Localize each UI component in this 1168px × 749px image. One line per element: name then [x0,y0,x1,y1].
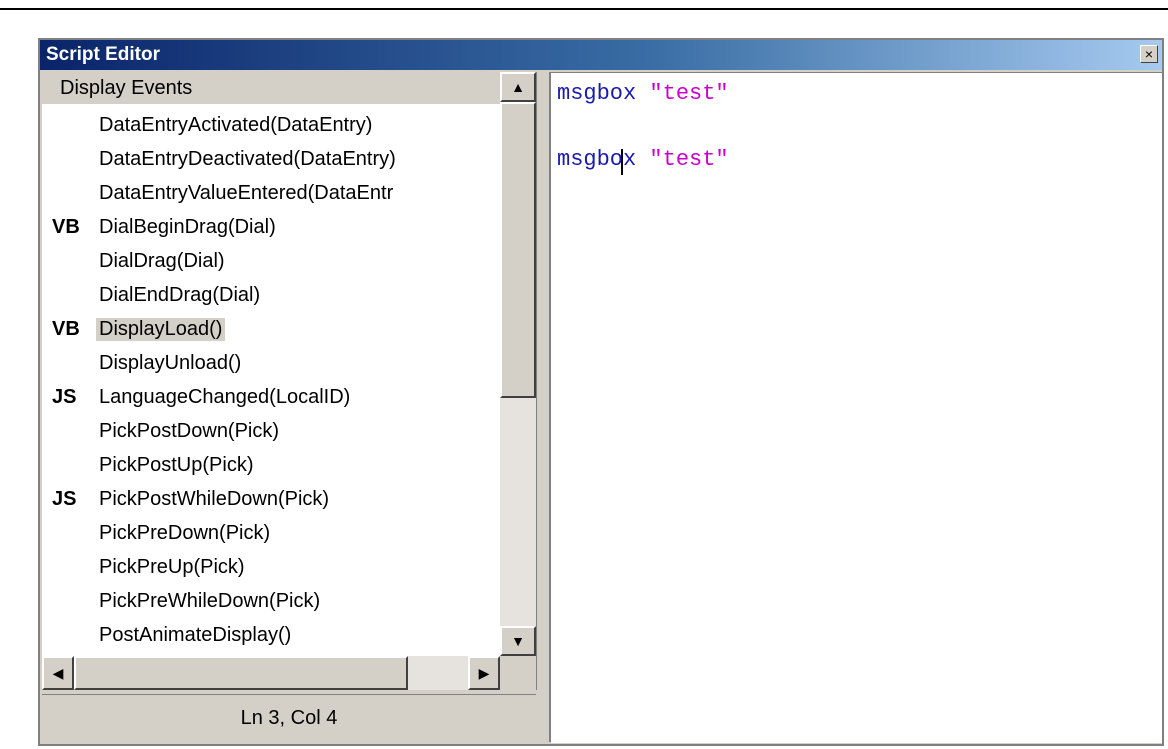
window-title: Script Editor [46,44,161,65]
code-editor[interactable]: msgbox "test" msgbox "test" [551,72,1162,743]
scroll-down-button[interactable]: ▼ [500,626,536,656]
list-item[interactable]: VB DisplayLoad() [42,314,500,348]
list-item[interactable]: DialEndDrag(Dial) [42,280,500,314]
close-icon: × [1144,46,1154,62]
arrow-right-icon: ▶ [478,665,490,681]
vertical-scrollbar[interactable]: ▲ ▼ [500,72,536,656]
script-language-badge: JS [52,386,77,408]
list-item[interactable]: PostAnimateDisplay() [42,620,500,654]
event-name: DataEntryValueEntered(DataEntr [99,182,394,204]
close-button[interactable]: × [1140,45,1158,63]
scroll-right-button[interactable]: ▶ [468,656,500,690]
list-item[interactable]: DisplayUnload() [42,348,500,382]
list-item[interactable]: JS LanguageChanged(LocalID) [42,382,500,416]
event-name: LanguageChanged(LocalID) [99,386,351,408]
event-name: PickPreWhileDown(Pick) [99,590,321,612]
horizontal-scroll-thumb[interactable] [74,656,408,690]
script-editor-window: Script Editor × Display Events DataEntry… [38,38,1164,746]
status-bar: Ln 3, Col 4 [42,694,536,743]
scroll-up-button[interactable]: ▲ [500,72,536,102]
event-list: Display Events DataEntryActivated(DataEn… [42,72,500,656]
script-language-badge: VB [52,216,80,238]
list-item[interactable]: DataEntryValueEntered(DataEntr [42,178,500,212]
cursor-position: Ln 3, Col 4 [240,707,338,729]
event-name: PickPostDown(Pick) [99,420,280,442]
event-name: DialDrag(Dial) [99,250,225,272]
title-bar[interactable]: Script Editor × [40,40,1162,70]
event-name: PostAnimateDisplay() [99,624,292,646]
code-keyword: msgbox [557,81,637,106]
list-item[interactable]: DataEntryDeactivated(DataEntry) [42,144,500,178]
list-item[interactable]: PickPreWhileDown(Pick) [42,586,500,620]
event-name: DialEndDrag(Dial) [99,284,261,306]
event-name: PickPreUp(Pick) [99,556,245,578]
code-string: "test" [649,147,729,172]
arrow-left-icon: ◀ [52,665,64,681]
list-item[interactable]: DialDrag(Dial) [42,246,500,280]
list-item[interactable]: VB DialBeginDrag(Dial) [42,212,500,246]
event-name: DisplayLoad() [96,318,226,341]
top-rule [0,8,1168,10]
event-list-header-label: Display Events [60,77,193,99]
arrow-up-icon: ▲ [511,79,525,95]
code-line: msgbox "test" [557,147,729,177]
text-caret [621,149,623,175]
scrollbar-corner [500,656,536,690]
list-item[interactable]: PickPreDown(Pick) [42,518,500,552]
event-name: DataEntryDeactivated(DataEntry) [99,148,396,170]
code-keyword: msgbox [557,147,637,172]
pane-splitter[interactable] [537,72,551,742]
code-line: msgbox "test" [557,81,729,111]
script-language-badge: JS [52,488,77,510]
list-item[interactable]: PickPostUp(Pick) [42,450,500,484]
event-name: DisplayUnload() [99,352,242,374]
arrow-down-icon: ▼ [511,633,525,649]
event-name: DataEntryActivated(DataEntry) [99,114,373,136]
event-list-items: DataEntryActivated(DataEntry) DataEntryDe… [42,110,500,654]
vertical-scroll-thumb[interactable] [500,102,536,398]
list-item[interactable]: DataEntryActivated(DataEntry) [42,110,500,144]
event-list-header[interactable]: Display Events [42,72,500,105]
event-name: PickPreDown(Pick) [99,522,271,544]
list-item[interactable]: PickPostDown(Pick) [42,416,500,450]
event-name: PickPostUp(Pick) [99,454,254,476]
event-name: PickPostWhileDown(Pick) [99,488,330,510]
list-item[interactable]: PickPreUp(Pick) [42,552,500,586]
code-string: "test" [649,81,729,106]
script-language-badge: VB [52,318,80,340]
horizontal-scrollbar[interactable]: ◀ ▶ [42,656,500,690]
list-item[interactable]: JS PickPostWhileDown(Pick) [42,484,500,518]
event-name: DialBeginDrag(Dial) [99,216,276,238]
event-list-pane: Display Events DataEntryActivated(DataEn… [42,72,537,690]
scroll-left-button[interactable]: ◀ [42,656,74,690]
